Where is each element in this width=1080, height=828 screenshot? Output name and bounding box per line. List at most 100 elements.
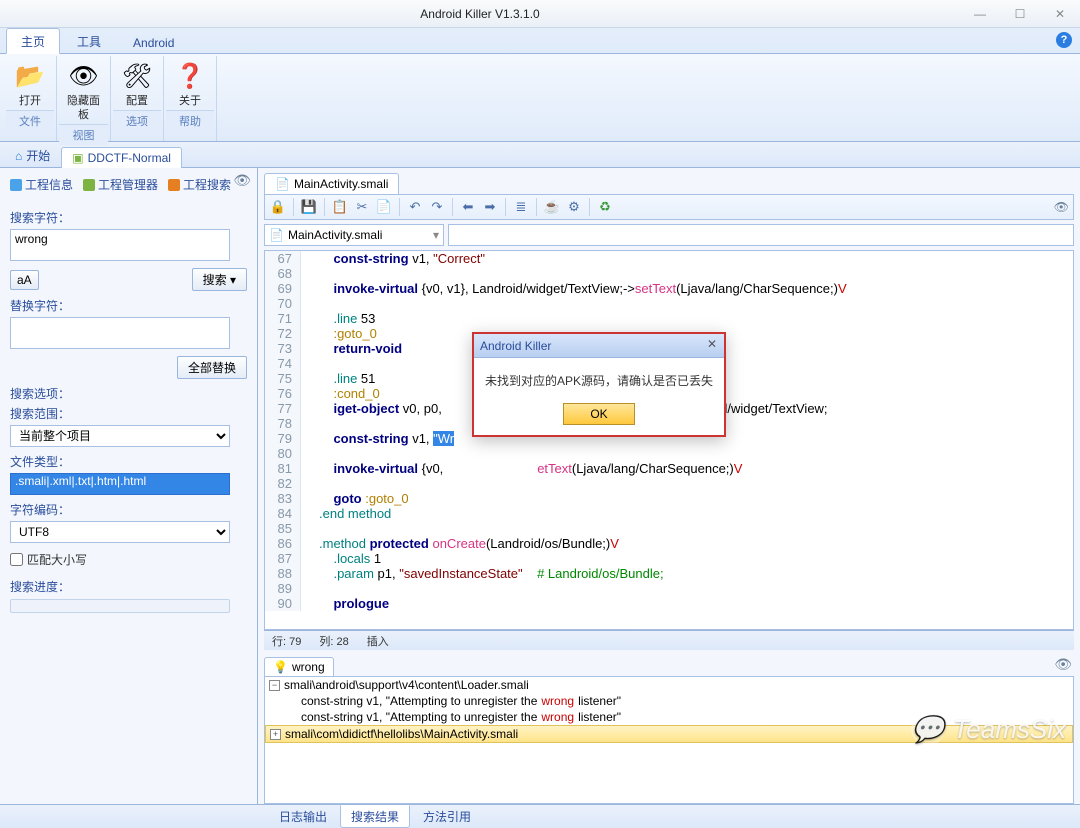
bottom-tab-methods[interactable]: 方法引用 — [412, 805, 482, 828]
left-panel: 👁 工程信息 工程管理器 工程搜索 搜索字符： wrong aA 搜索 ▾ 替换… — [0, 168, 258, 804]
save-icon[interactable]: 💾 — [300, 198, 318, 216]
options-label: 搜索选项： — [10, 385, 247, 402]
result-match-2[interactable]: const-string v1, "Attempting to unregist… — [265, 709, 1073, 725]
search-button[interactable]: 搜索 ▾ — [192, 268, 247, 291]
group-help: 帮助 — [166, 110, 214, 131]
java-icon[interactable]: ☕ — [543, 198, 561, 216]
ribbon-tab-android[interactable]: Android — [118, 31, 189, 53]
question-icon: ❓ — [174, 60, 206, 92]
dialog-titlebar[interactable]: Android Killer ✕ — [474, 334, 724, 358]
editor-toolbar: 🔒 💾 📋 ✂ 📄 ↶ ↷ ⬅ ➡ ≣ ☕ ⚙ ♻ 👁 — [264, 194, 1074, 220]
tab-project-info[interactable]: 工程信息 — [6, 174, 77, 195]
compile-icon[interactable]: ⚙ — [565, 198, 583, 216]
editor-visibility-icon[interactable]: 👁 — [1054, 200, 1069, 214]
forward-icon[interactable]: ➡ — [481, 198, 499, 216]
search-input[interactable]: wrong — [10, 229, 230, 261]
results-visibility-icon[interactable]: 👁 — [1054, 656, 1072, 673]
dialog-message: 未找到对应的APK源码，请确认是否已丢失 — [484, 372, 714, 389]
scope-select[interactable]: 当前整个项目 — [10, 425, 230, 447]
document-tabs: ⌂开始 ▣DDCTF-Normal — [0, 142, 1080, 168]
dialog-ok-button[interactable]: OK — [563, 403, 634, 425]
titlebar: Android Killer V1.3.1.0 — ☐ ✕ — [0, 0, 1080, 28]
ribbon-tab-tools[interactable]: 工具 — [62, 28, 116, 53]
file-tab-mainactivity[interactable]: 📄MainActivity.smali — [264, 173, 399, 194]
status-bar: 行: 79 列: 28 插入 — [264, 630, 1074, 650]
status-mode: 插入 — [367, 633, 389, 649]
refresh-icon[interactable]: ♻ — [596, 198, 614, 216]
back-icon[interactable]: ⬅ — [459, 198, 477, 216]
filetype-label: 文件类型： — [10, 453, 247, 470]
doc-tab-start[interactable]: ⌂开始 — [4, 143, 61, 167]
smali-file-icon: 📄 — [269, 228, 284, 242]
encoding-label: 字符编码： — [10, 501, 247, 518]
group-option: 选项 — [113, 110, 161, 131]
bulb-icon: 💡 — [273, 660, 288, 674]
doc-tab-project[interactable]: ▣DDCTF-Normal — [61, 147, 182, 168]
help-icon[interactable]: ? — [1056, 32, 1072, 48]
code-view[interactable]: 67 const-string v1, "Correct"6869 invoke… — [264, 250, 1074, 630]
open-button[interactable]: 📂 打开 — [6, 58, 54, 110]
status-col: 列: 28 — [319, 633, 348, 649]
results-tab-wrong[interactable]: 💡wrong — [264, 657, 334, 676]
lock-icon[interactable]: 🔒 — [269, 198, 287, 216]
results-area: 👁 💡wrong −smali\android\support\v4\conte… — [264, 654, 1074, 804]
maximize-button[interactable]: ☐ — [1000, 0, 1040, 28]
breadcrumb-file[interactable]: 📄MainActivity.smali▾ — [264, 224, 444, 246]
match-case-checkbox[interactable] — [10, 553, 23, 566]
replace-label: 替换字符： — [10, 297, 247, 314]
cut-icon[interactable]: ✂ — [353, 198, 371, 216]
progress-bar — [10, 599, 230, 613]
ribbon: 主页 工具 Android ? 📂 打开 文件 👁 隐藏面 板 视图 🛠 配置 … — [0, 28, 1080, 142]
app-title: Android Killer V1.3.1.0 — [0, 7, 960, 21]
status-line: 行: 79 — [272, 633, 301, 649]
bottom-tab-search[interactable]: 搜索结果 — [340, 805, 410, 828]
dialog-title: Android Killer — [480, 339, 551, 353]
expand-icon[interactable]: + — [270, 729, 281, 740]
search-label: 搜索字符： — [10, 209, 247, 226]
config-button[interactable]: 🛠 配置 — [113, 58, 161, 110]
collapse-icon[interactable]: − — [269, 680, 280, 691]
tools-icon: 🛠 — [121, 60, 153, 92]
chevron-down-icon: ▾ — [433, 228, 439, 242]
match-case-label: 匹配大小写 — [27, 551, 87, 568]
android-icon: ▣ — [72, 151, 83, 165]
group-view: 视图 — [59, 124, 108, 145]
editor-area: 📄MainActivity.smali 🔒 💾 📋 ✂ 📄 ↶ ↷ ⬅ ➡ ≣ … — [258, 168, 1080, 804]
undo-icon[interactable]: ↶ — [406, 198, 424, 216]
info-icon — [10, 179, 22, 191]
tab-project-search[interactable]: 工程搜索 — [164, 174, 235, 195]
ribbon-tab-home[interactable]: 主页 — [6, 28, 60, 54]
manager-icon — [83, 179, 95, 191]
encoding-select[interactable]: UTF8 — [10, 521, 230, 543]
redo-icon[interactable]: ↷ — [428, 198, 446, 216]
close-button[interactable]: ✕ — [1040, 0, 1080, 28]
filetype-select[interactable]: .smali|.xml|.txt|.htm|.html — [10, 473, 230, 495]
result-match-1[interactable]: const-string v1, "Attempting to unregist… — [265, 693, 1073, 709]
search-tab-icon — [168, 179, 180, 191]
hide-panel-button[interactable]: 👁 隐藏面 板 — [59, 58, 108, 124]
dialog-close-icon[interactable]: ✕ — [704, 337, 720, 353]
file-icon: 📄 — [275, 177, 290, 191]
tab-project-manager[interactable]: 工程管理器 — [79, 174, 162, 195]
format-icon[interactable]: ≣ — [512, 198, 530, 216]
panel-visibility-icon[interactable]: 👁 — [233, 172, 251, 189]
result-file-1[interactable]: −smali\android\support\v4\content\Loader… — [265, 677, 1073, 693]
home-icon: ⌂ — [15, 149, 22, 163]
bottom-tab-log[interactable]: 日志输出 — [268, 805, 338, 828]
copy-icon[interactable]: 📋 — [331, 198, 349, 216]
minimize-button[interactable]: — — [960, 0, 1000, 28]
folder-open-icon: 📂 — [14, 60, 46, 92]
scope-label: 搜索范围： — [10, 405, 247, 422]
paste-icon[interactable]: 📄 — [375, 198, 393, 216]
breadcrumb-path[interactable] — [448, 224, 1074, 246]
case-toggle-button[interactable]: aA — [10, 270, 39, 290]
replace-input[interactable] — [10, 317, 230, 349]
group-file: 文件 — [6, 110, 54, 131]
replace-all-button[interactable]: 全部替换 — [177, 356, 247, 379]
eye-icon: 👁 — [68, 60, 100, 92]
result-file-2[interactable]: +smali\com\didictf\hellolibs\MainActivit… — [265, 725, 1073, 743]
error-dialog: Android Killer ✕ 未找到对应的APK源码，请确认是否已丢失 OK — [472, 332, 726, 437]
bottom-tabs: 日志输出 搜索结果 方法引用 — [0, 804, 1080, 828]
progress-label: 搜索进度： — [10, 578, 247, 595]
about-button[interactable]: ❓ 关于 — [166, 58, 214, 110]
